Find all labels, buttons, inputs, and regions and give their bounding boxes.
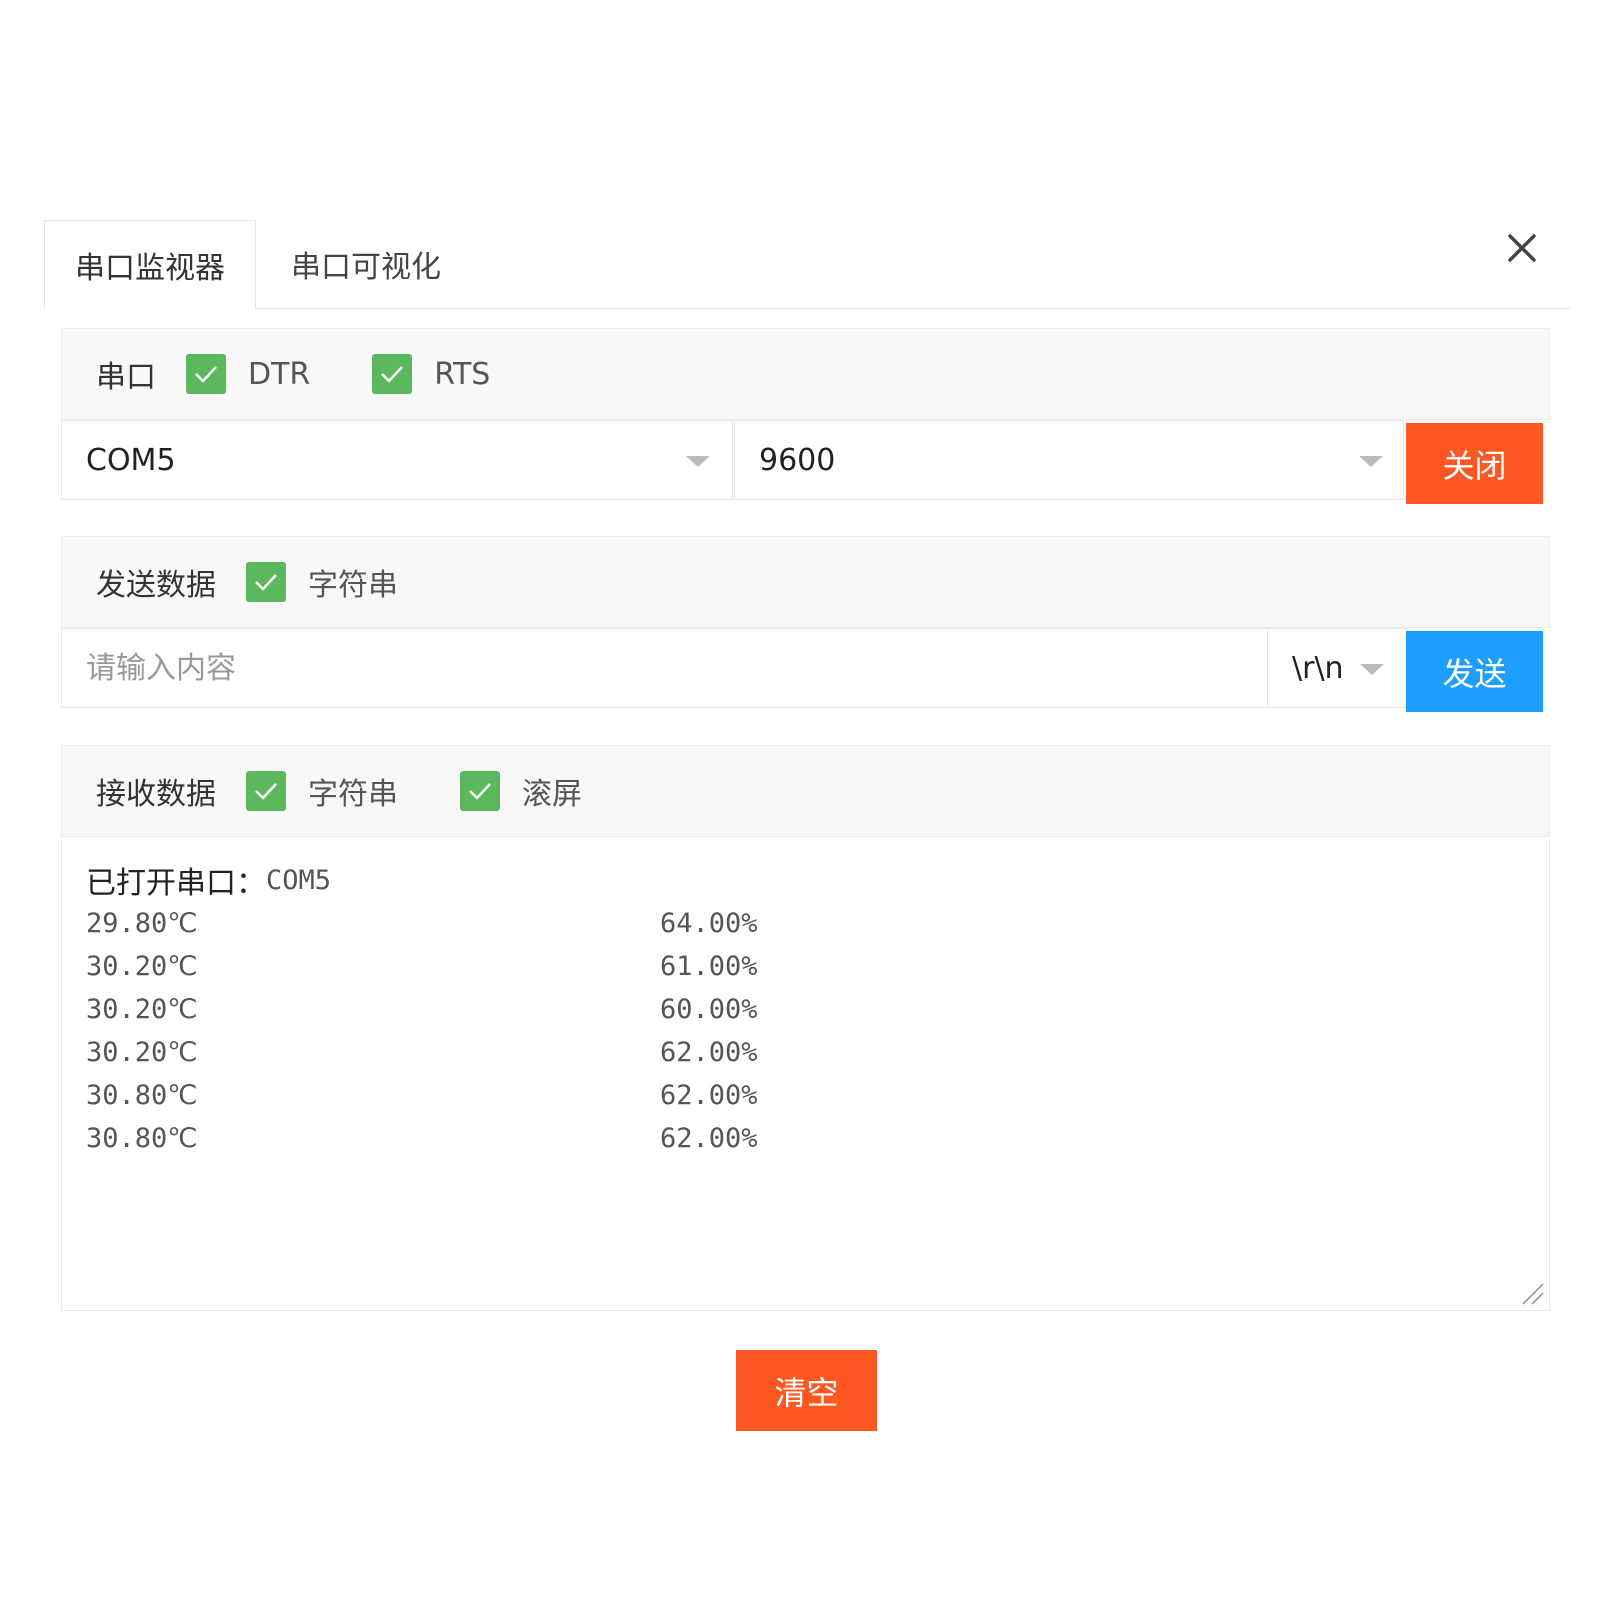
chevron-down-icon [1360, 664, 1384, 675]
temperature-value: 30.80℃ [86, 1080, 198, 1111]
humidity-value: 62.00% [660, 1080, 758, 1111]
dtr-checkbox[interactable] [186, 354, 226, 394]
resize-handle-icon[interactable] [1519, 1280, 1545, 1306]
serial-section-header: 串口 DTR RTS [61, 328, 1550, 420]
dtr-label: DTR [248, 356, 311, 392]
check-icon [381, 366, 404, 383]
opened-label: 已打开串口： [86, 866, 266, 901]
temperature-value: 30.20℃ [86, 994, 198, 1025]
data-row: 30.20℃ 60.00% [86, 988, 1549, 1031]
receive-string-label: 字符串 [308, 777, 398, 812]
send-button[interactable]: 发送 [1406, 631, 1543, 712]
check-icon [195, 366, 217, 383]
scroll-checkbox[interactable] [460, 771, 500, 811]
receive-section-header: 接收数据 字符串 滚屏 [61, 745, 1550, 837]
clear-button[interactable]: 清空 [736, 1350, 877, 1431]
receive-textarea[interactable]: 已打开串口： COM5 29.80℃ 64.00% 30.20℃ 61.00% … [61, 840, 1550, 1311]
chevron-down-icon [686, 456, 710, 467]
temperature-value: 30.20℃ [86, 951, 198, 982]
data-row: 30.80℃ 62.00% [86, 1074, 1549, 1117]
send-input[interactable] [61, 628, 1268, 708]
data-row: 30.80℃ 62.00% [86, 1117, 1549, 1160]
temperature-value: 29.80℃ [86, 908, 198, 939]
opened-port: COM5 [266, 864, 332, 896]
send-label: 发送数据 [96, 568, 216, 603]
humidity-value: 62.00% [660, 1123, 758, 1154]
scroll-label: 滚屏 [522, 777, 582, 812]
baud-value: 9600 [759, 442, 836, 478]
send-section-header: 发送数据 字符串 [61, 536, 1550, 628]
data-row: 30.20℃ 62.00% [86, 1031, 1549, 1074]
rts-checkbox[interactable] [372, 354, 413, 394]
serial-label: 串口 [96, 360, 156, 395]
receive-string-checkbox[interactable] [246, 771, 286, 811]
tab-bar-divider [250, 308, 1570, 309]
close-icon[interactable] [1500, 226, 1544, 270]
close-port-button[interactable]: 关闭 [1406, 423, 1543, 504]
tab-serial-visualization[interactable]: 串口可视化 [256, 220, 476, 308]
chevron-down-icon [1359, 456, 1383, 467]
data-row: 29.80℃ 64.00% [86, 902, 1549, 945]
line-ending-value: \r\n [1292, 650, 1344, 686]
tab-label: 串口可视化 [291, 250, 441, 285]
send-string-checkbox[interactable] [246, 562, 286, 602]
port-value: COM5 [86, 442, 176, 478]
check-icon [255, 783, 277, 800]
rts-label: RTS [434, 356, 491, 392]
tab-serial-monitor[interactable]: 串口监视器 [44, 220, 256, 309]
send-string-label: 字符串 [308, 568, 398, 603]
baud-select[interactable]: 9600 [734, 420, 1404, 500]
humidity-value: 60.00% [660, 994, 758, 1025]
humidity-value: 64.00% [660, 908, 758, 939]
opened-port-line: 已打开串口： COM5 [86, 858, 1549, 902]
line-ending-select[interactable]: \r\n [1267, 628, 1407, 708]
temperature-value: 30.80℃ [86, 1123, 198, 1154]
data-row: 30.20℃ 61.00% [86, 945, 1549, 988]
receive-label: 接收数据 [96, 777, 216, 812]
check-icon [469, 783, 491, 800]
tab-label: 串口监视器 [75, 250, 225, 286]
check-icon [255, 574, 277, 591]
humidity-value: 62.00% [660, 1037, 758, 1068]
temperature-value: 30.20℃ [86, 1037, 198, 1068]
humidity-value: 61.00% [660, 951, 758, 982]
port-select[interactable]: COM5 [61, 420, 733, 500]
